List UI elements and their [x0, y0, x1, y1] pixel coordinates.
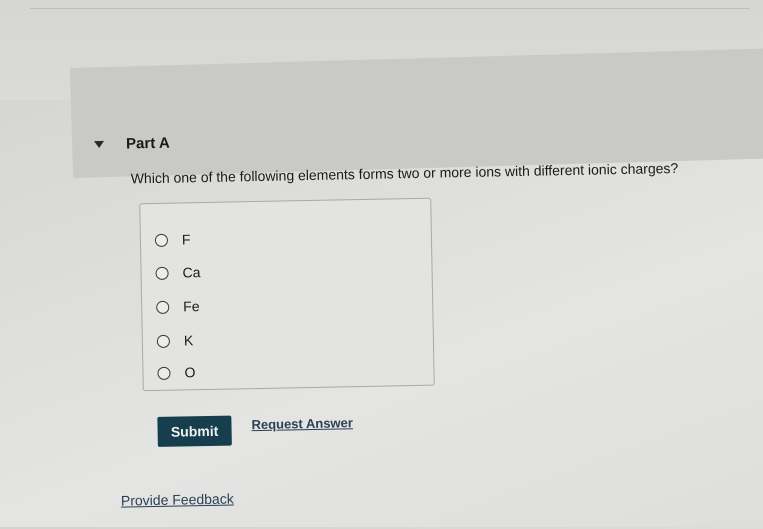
radio-button[interactable] — [157, 366, 171, 380]
option-f[interactable]: F — [154, 231, 191, 248]
submit-button[interactable]: Submit — [157, 415, 232, 447]
option-fe[interactable]: Fe — [156, 298, 200, 315]
option-k[interactable]: K — [156, 332, 194, 349]
request-answer-link[interactable]: Request Answer — [251, 415, 353, 432]
option-label: O — [184, 364, 196, 381]
option-o[interactable]: O — [157, 364, 196, 381]
part-title: Part A — [125, 134, 170, 153]
option-label: K — [183, 332, 194, 349]
radio-button[interactable] — [155, 266, 169, 280]
radio-button[interactable] — [156, 300, 170, 314]
provide-feedback-link[interactable]: Provide Feedback — [121, 490, 234, 508]
option-label: Ca — [182, 264, 201, 281]
question-text: Which one of the following elements form… — [130, 159, 679, 187]
part-a-toggle[interactable]: Part A — [94, 135, 170, 153]
radio-button[interactable] — [154, 233, 169, 247]
option-label: Fe — [183, 298, 200, 315]
answer-options-box: F Ca Fe K O — [139, 197, 435, 392]
question-panel: Part A Which one of the following elemen… — [0, 0, 763, 529]
option-label: F — [181, 231, 191, 248]
caret-down-icon[interactable] — [94, 140, 105, 149]
radio-button[interactable] — [156, 334, 170, 348]
option-ca[interactable]: Ca — [155, 264, 201, 281]
